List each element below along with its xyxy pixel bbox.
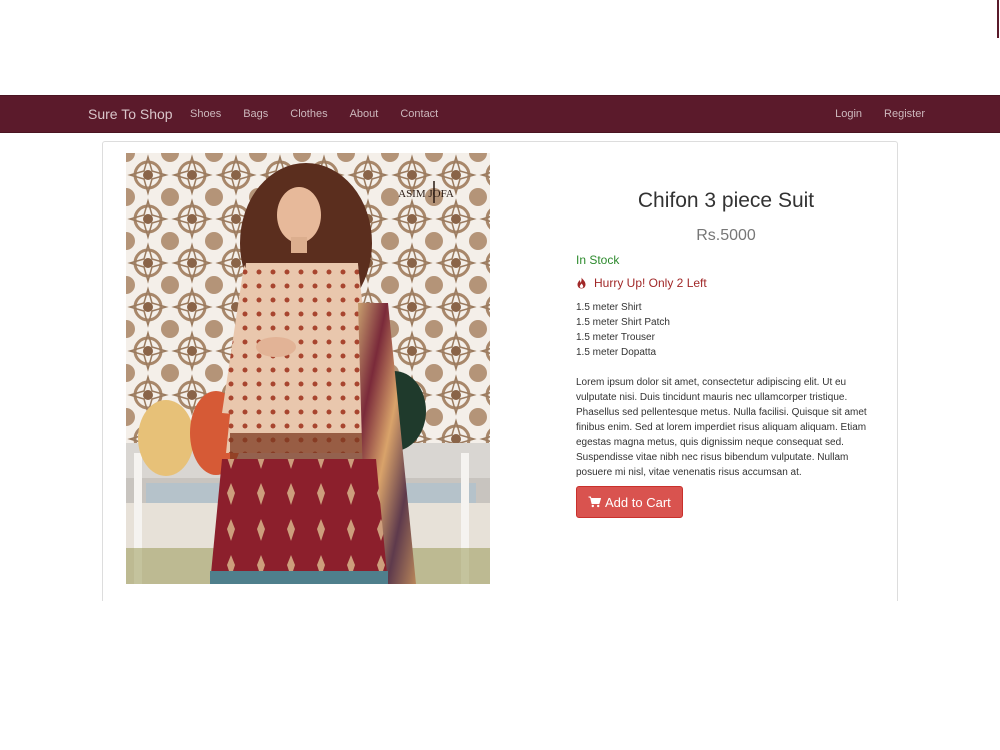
product-description: Lorem ipsum dolor sit amet, consectetur … bbox=[576, 377, 867, 478]
product-specs: 1.5 meter Shirt 1.5 meter Shirt Patch 1.… bbox=[576, 300, 881, 360]
add-to-cart-label: Add to Cart bbox=[605, 494, 671, 510]
brand-watermark: ASIM JOFA bbox=[398, 188, 454, 200]
spec-item: 1.5 meter Shirt Patch bbox=[576, 317, 670, 328]
nav-link-register[interactable]: Register bbox=[884, 108, 925, 120]
fire-icon bbox=[576, 277, 587, 289]
nav-account-links: Login Register bbox=[813, 108, 925, 120]
product-title: Chifon 3 piece Suit bbox=[637, 189, 815, 212]
stock-alert: Hurry Up! Only 2 Left bbox=[576, 276, 881, 290]
nav-link-shoes[interactable]: Shoes bbox=[190, 108, 221, 120]
stock-status: In Stock bbox=[576, 253, 620, 267]
hurry-text: Hurry Up! Only 2 Left bbox=[594, 276, 707, 290]
top-navbar: Sure To Shop Shoes Bags Clothes About Co… bbox=[0, 95, 1000, 133]
nav-link-about[interactable]: About bbox=[350, 108, 379, 120]
spec-item: 1.5 meter Trouser bbox=[576, 332, 655, 343]
brand-link[interactable]: Sure To Shop bbox=[88, 106, 173, 122]
spec-item: 1.5 meter Shirt bbox=[576, 302, 642, 313]
nav-link-bags[interactable]: Bags bbox=[243, 108, 268, 120]
shopping-cart-icon bbox=[588, 496, 601, 508]
window-edge-marker bbox=[997, 0, 999, 38]
spec-item: 1.5 meter Dopatta bbox=[576, 347, 657, 358]
add-to-cart-button[interactable]: Add to Cart bbox=[576, 486, 683, 518]
nav-links: Shoes Bags Clothes About Contact bbox=[190, 108, 460, 120]
product-details: Chifon 3 piece Suit Rs.5000 In Stock Hur… bbox=[576, 185, 881, 518]
nav-link-clothes[interactable]: Clothes bbox=[290, 108, 327, 120]
nav-link-contact[interactable]: Contact bbox=[400, 108, 438, 120]
product-image: ASIM JOFA bbox=[126, 153, 490, 584]
product-price: Rs.5000 bbox=[696, 227, 756, 244]
nav-link-login[interactable]: Login bbox=[835, 108, 862, 120]
